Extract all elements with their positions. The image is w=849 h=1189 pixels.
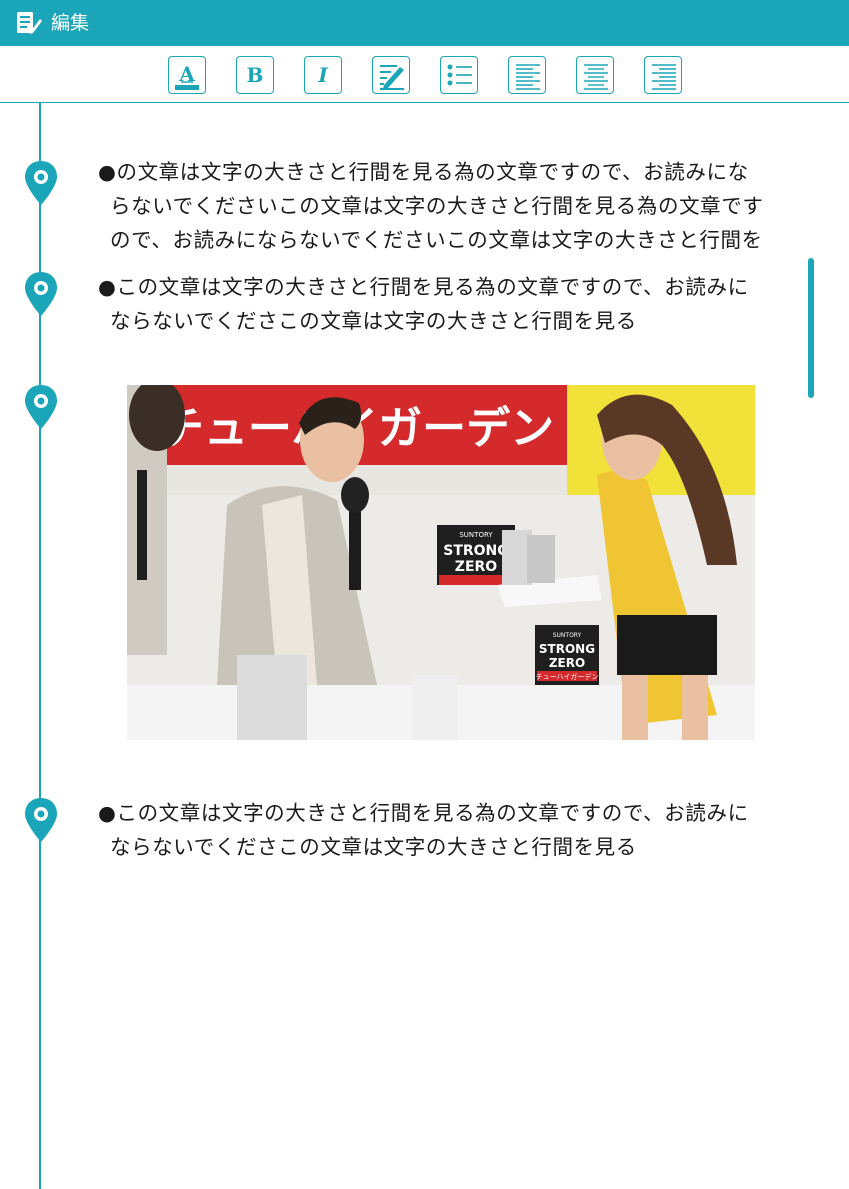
timeline-entry-text[interactable]: ●の文章は文字の大きさと行間を見る為の文章ですので、お読みにな らないでください… <box>98 155 788 257</box>
location-pin-icon[interactable] <box>23 383 59 431</box>
svg-text:ZERO: ZERO <box>455 559 497 575</box>
font-color-icon: A <box>175 62 199 90</box>
timeline-entry-text[interactable]: ●この文章は文字の大きさと行間を見る為の文章ですので、お読みに ならないでくださ… <box>98 270 788 338</box>
align-left-button[interactable] <box>508 56 546 94</box>
align-center-icon <box>584 64 608 90</box>
text-line: ●の文章は文字の大きさと行間を見る為の文章ですので、お読みにな <box>98 160 749 184</box>
svg-text:SUNTORY: SUNTORY <box>459 531 493 539</box>
align-center-button[interactable] <box>576 56 614 94</box>
svg-text:SUNTORY: SUNTORY <box>553 632 582 639</box>
scrollbar-thumb[interactable] <box>808 258 814 398</box>
bold-button[interactable]: B <box>236 56 274 94</box>
title-bar: 編集 <box>0 0 849 46</box>
event-photo[interactable]: チューハイガーデン SUNTORY STRONG ZERO SUNTORY ST… <box>127 385 755 740</box>
location-pin-icon[interactable] <box>23 159 59 207</box>
location-pin-icon[interactable] <box>23 270 59 318</box>
svg-text:チューハイガーデン: チューハイガーデン <box>536 672 599 681</box>
align-right-icon <box>652 64 676 90</box>
svg-text:STRONG: STRONG <box>539 642 595 656</box>
align-right-button[interactable] <box>644 56 682 94</box>
event-photo-illustration: チューハイガーデン SUNTORY STRONG ZERO SUNTORY ST… <box>127 385 755 740</box>
font-color-button[interactable]: A <box>168 56 206 94</box>
timeline-entry-text[interactable]: ●この文章は文字の大きさと行間を見る為の文章ですので、お読みに ならないでくださ… <box>98 796 788 864</box>
bold-icon: B <box>246 63 264 87</box>
italic-button[interactable]: I <box>304 56 342 94</box>
svg-text:STRONG: STRONG <box>443 543 509 559</box>
text-line: らないでくださいこの文章は文字の大きさと行間を見る為の文章です <box>110 194 764 218</box>
page-title: 編集 <box>51 12 90 34</box>
timeline-line <box>39 103 41 1189</box>
highlighter-icon <box>380 65 404 90</box>
text-line: ならないでくださこの文章は文字の大きさと行間を見る <box>110 309 637 333</box>
highlight-button[interactable] <box>372 56 410 94</box>
text-line: ならないでくださこの文章は文字の大きさと行間を見る <box>110 835 637 859</box>
text-line: ●この文章は文字の大きさと行間を見る為の文章ですので、お読みに <box>98 801 749 825</box>
bullet-list-icon <box>447 64 472 86</box>
text-line: ので、お読みにならないでくださいこの文章は文字の大きさと行間を <box>110 228 763 252</box>
location-pin-icon[interactable] <box>23 796 59 844</box>
format-toolbar: A B I <box>0 46 849 103</box>
bullet-list-button[interactable] <box>440 56 478 94</box>
edit-note-icon <box>17 12 42 34</box>
svg-text:ZERO: ZERO <box>549 656 585 670</box>
align-left-icon <box>516 64 540 90</box>
italic-icon: I <box>318 63 328 87</box>
text-line: ●この文章は文字の大きさと行間を見る為の文章ですので、お読みに <box>98 275 749 299</box>
